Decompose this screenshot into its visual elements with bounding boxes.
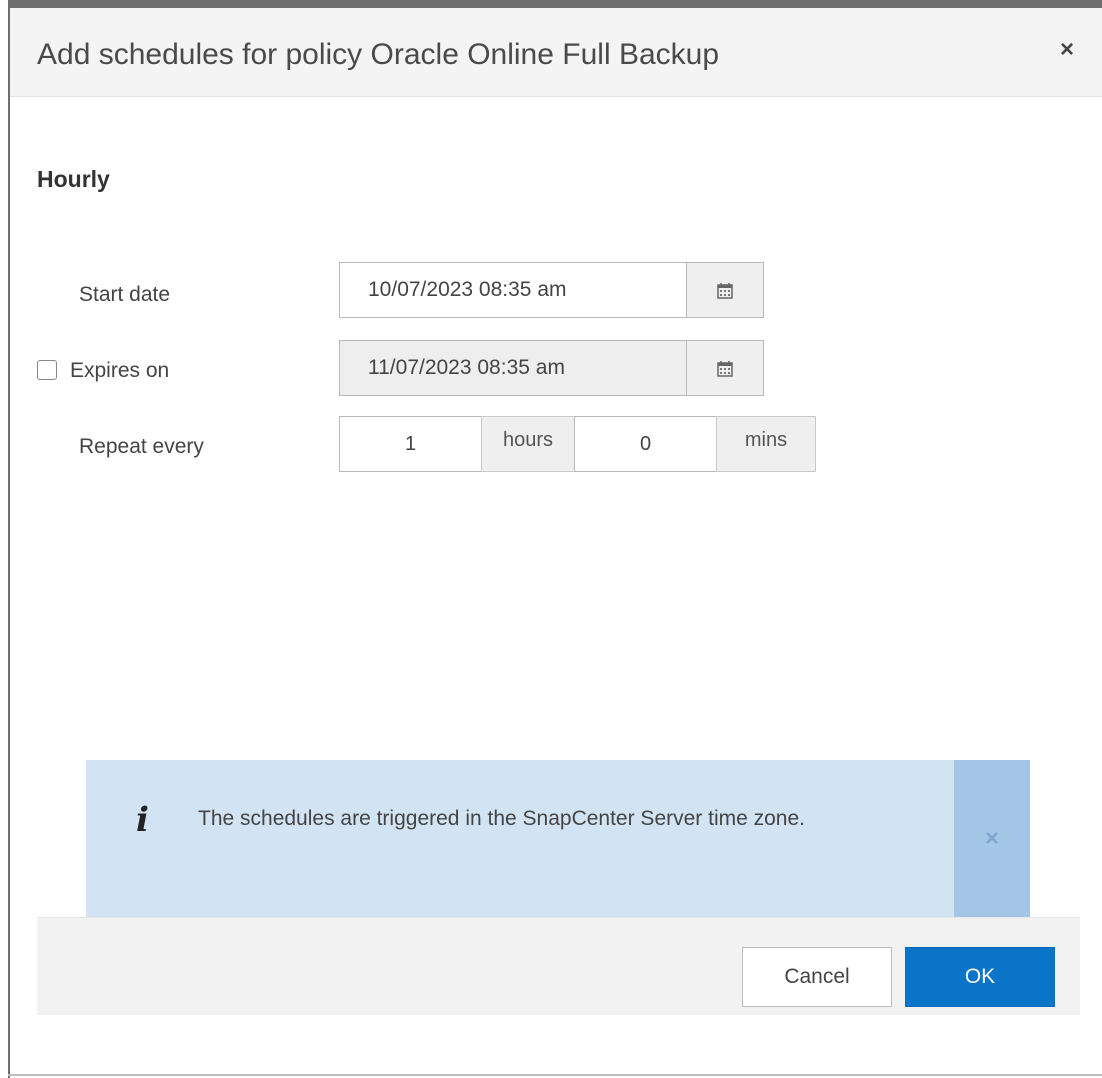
expires-on-calendar-button[interactable] (686, 340, 764, 396)
calendar-icon (717, 360, 733, 377)
dialog-border-left (8, 0, 10, 1078)
expires-on-label: Expires on (70, 359, 170, 382)
repeat-every-label: Repeat every (79, 435, 204, 458)
info-banner: i The schedules are triggered in the Sna… (86, 760, 954, 917)
info-message: The schedules are triggered in the SnapC… (198, 807, 806, 830)
mins-unit-addon: mins (716, 416, 816, 472)
start-date-label: Start date (79, 283, 171, 306)
info-icon: i (136, 800, 149, 840)
repeat-mins-input[interactable]: 0 (574, 416, 717, 472)
dialog-border-top (8, 0, 1102, 8)
add-schedule-dialog: Add schedules for policy Oracle Online F… (0, 0, 1102, 1078)
frequency-heading: Hourly (37, 166, 110, 192)
expires-on-field: 11/07/2023 08:35 am (339, 340, 687, 396)
ok-button[interactable]: OK (905, 947, 1055, 1007)
cancel-button[interactable]: Cancel (742, 947, 892, 1007)
dialog-header: Add schedules for policy Oracle Online F… (10, 8, 1102, 97)
expires-on-checkbox[interactable] (37, 360, 57, 380)
dialog-border-bottom (8, 1074, 1102, 1076)
repeat-hours-input[interactable]: 1 (339, 416, 482, 472)
dismiss-info-button[interactable]: × (954, 760, 1030, 917)
close-icon[interactable]: × (1060, 38, 1074, 62)
close-icon: × (984, 824, 999, 852)
calendar-icon (717, 282, 733, 299)
start-date-field[interactable]: 10/07/2023 08:35 am (339, 262, 687, 318)
dialog-title: Add schedules for policy Oracle Online F… (37, 38, 720, 71)
hours-unit-addon: hours (481, 416, 575, 472)
start-date-calendar-button[interactable] (686, 262, 764, 318)
